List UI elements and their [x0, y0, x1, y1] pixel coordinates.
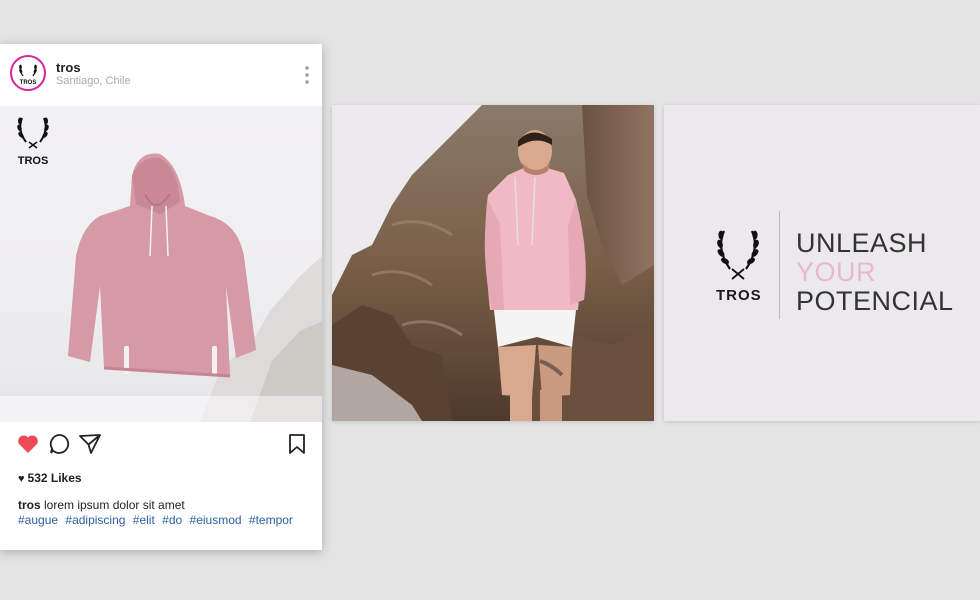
pink-hoodie	[68, 153, 256, 378]
instagram-post-card: TROS tros Santiago, Chile TROS ♥ 532 Lik…	[0, 44, 322, 550]
small-heart-icon: ♥	[18, 473, 25, 485]
laurel-logo-icon: TROS	[19, 64, 37, 86]
slogan-line: POTENCIAL	[796, 286, 954, 316]
post-username[interactable]: tros	[56, 60, 81, 75]
hashtag-list: #augue #adipiscing #elit #do #eiusmod #t…	[18, 513, 318, 527]
post-location[interactable]: Santiago, Chile	[56, 75, 131, 87]
laurel-logo-icon	[17, 117, 49, 149]
divider	[779, 211, 780, 319]
post-header: TROS tros Santiago, Chile	[0, 44, 322, 106]
slogan-line-accent: YOUR	[796, 257, 877, 287]
post-caption: tros lorem ipsum dolor sit amet	[18, 497, 313, 513]
send-icon[interactable]	[78, 432, 102, 456]
laurel-logo-icon	[717, 230, 759, 280]
brand-wordmark: TROS	[716, 287, 762, 304]
comment-icon[interactable]	[48, 432, 72, 456]
caption-username[interactable]: tros	[18, 498, 41, 512]
model-in-hoodie-photo	[332, 105, 654, 421]
hashtag[interactable]: #augue	[18, 513, 58, 527]
hashtag[interactable]: #tempor	[249, 513, 293, 527]
avatar[interactable]: TROS	[10, 55, 46, 91]
hoodie-product-photo: TROS	[0, 117, 322, 422]
hashtag[interactable]: #adipiscing	[65, 513, 125, 527]
heart-icon[interactable]	[16, 432, 40, 456]
post-image[interactable]: TROS	[0, 106, 322, 422]
likes-count[interactable]: ♥ 532 Likes	[18, 471, 82, 485]
caption-text: lorem ipsum dolor sit amet	[40, 498, 185, 512]
svg-text:TROS: TROS	[20, 80, 37, 86]
post-image-brand: TROS	[18, 155, 49, 167]
model-photo	[332, 105, 654, 421]
slogan-line: UNLEASH	[796, 228, 928, 258]
more-vertical-icon[interactable]	[304, 65, 310, 85]
bookmark-icon[interactable]	[285, 432, 309, 456]
post-actions	[0, 432, 322, 460]
hashtag[interactable]: #elit	[133, 513, 155, 527]
slogan: UNLEASH YOUR POTENCIAL	[796, 229, 954, 316]
hashtag[interactable]: #eiusmod	[190, 513, 242, 527]
brand-panel: TROS UNLEASH YOUR POTENCIAL	[664, 105, 980, 421]
hashtag[interactable]: #do	[162, 513, 182, 527]
